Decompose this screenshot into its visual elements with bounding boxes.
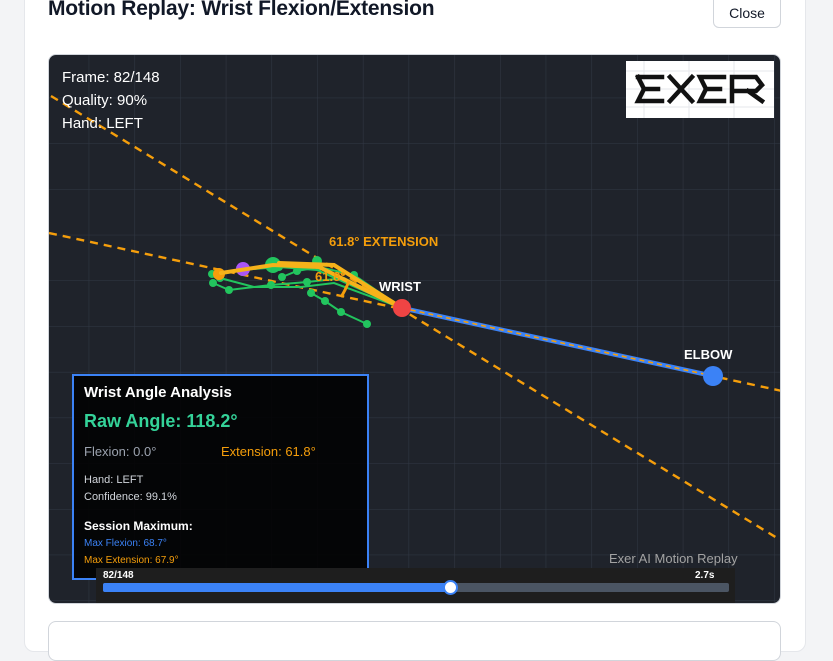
- flexion-value: Flexion: 0.0°: [84, 444, 157, 459]
- timeline-progress-fill: [103, 583, 450, 592]
- elbow-joint: [703, 366, 723, 386]
- max-extension-value: Max Extension: 67.9°: [84, 555, 179, 566]
- timeline-scrubber-handle[interactable]: [442, 580, 458, 595]
- analysis-title: Wrist Angle Analysis: [84, 384, 232, 401]
- elbow-label: ELBOW: [684, 347, 733, 362]
- wrist-label: WRIST: [379, 279, 421, 294]
- hand-value: Hand: LEFT: [84, 474, 144, 486]
- replay-watermark: Exer AI Motion Replay: [609, 551, 738, 566]
- timeline-time-label: 2.7s: [695, 570, 715, 581]
- timeline-scrubber-track[interactable]: [103, 580, 729, 595]
- frame-counter: Frame: 82/148: [62, 69, 160, 86]
- wrist-joint: [393, 299, 411, 317]
- session-maximum-heading: Session Maximum:: [84, 519, 193, 533]
- confidence-value: Confidence: 99.1%: [84, 491, 177, 503]
- angle-arc-label: 61.8°: [315, 269, 346, 284]
- exer-logo: [626, 61, 774, 118]
- next-card-section: [48, 621, 781, 661]
- hand-indicator: Hand: LEFT: [62, 115, 143, 132]
- modal-title: Motion Replay: Wrist Flexion/Extension: [48, 0, 435, 20]
- extension-angle-label: 61.8° EXTENSION: [329, 234, 438, 249]
- extension-value: Extension: 61.8°: [221, 444, 316, 459]
- max-flexion-value: Max Flexion: 68.7°: [84, 538, 167, 549]
- quality-indicator: Quality: 90%: [62, 92, 148, 109]
- raw-angle-value: Raw Angle: 118.2°: [84, 411, 238, 431]
- motion-replay-canvas: 61.8° EXTENSION 61.8° WRIST ELBOW Frame:…: [48, 54, 781, 604]
- wrist-angle-analysis-panel: Wrist Angle Analysis Raw Angle: 118.2° F…: [72, 374, 369, 580]
- replay-timeline: 82/148 2.7s: [96, 568, 735, 603]
- timeline-frame-label: 82/148: [103, 570, 134, 581]
- close-button[interactable]: Close: [713, 0, 781, 28]
